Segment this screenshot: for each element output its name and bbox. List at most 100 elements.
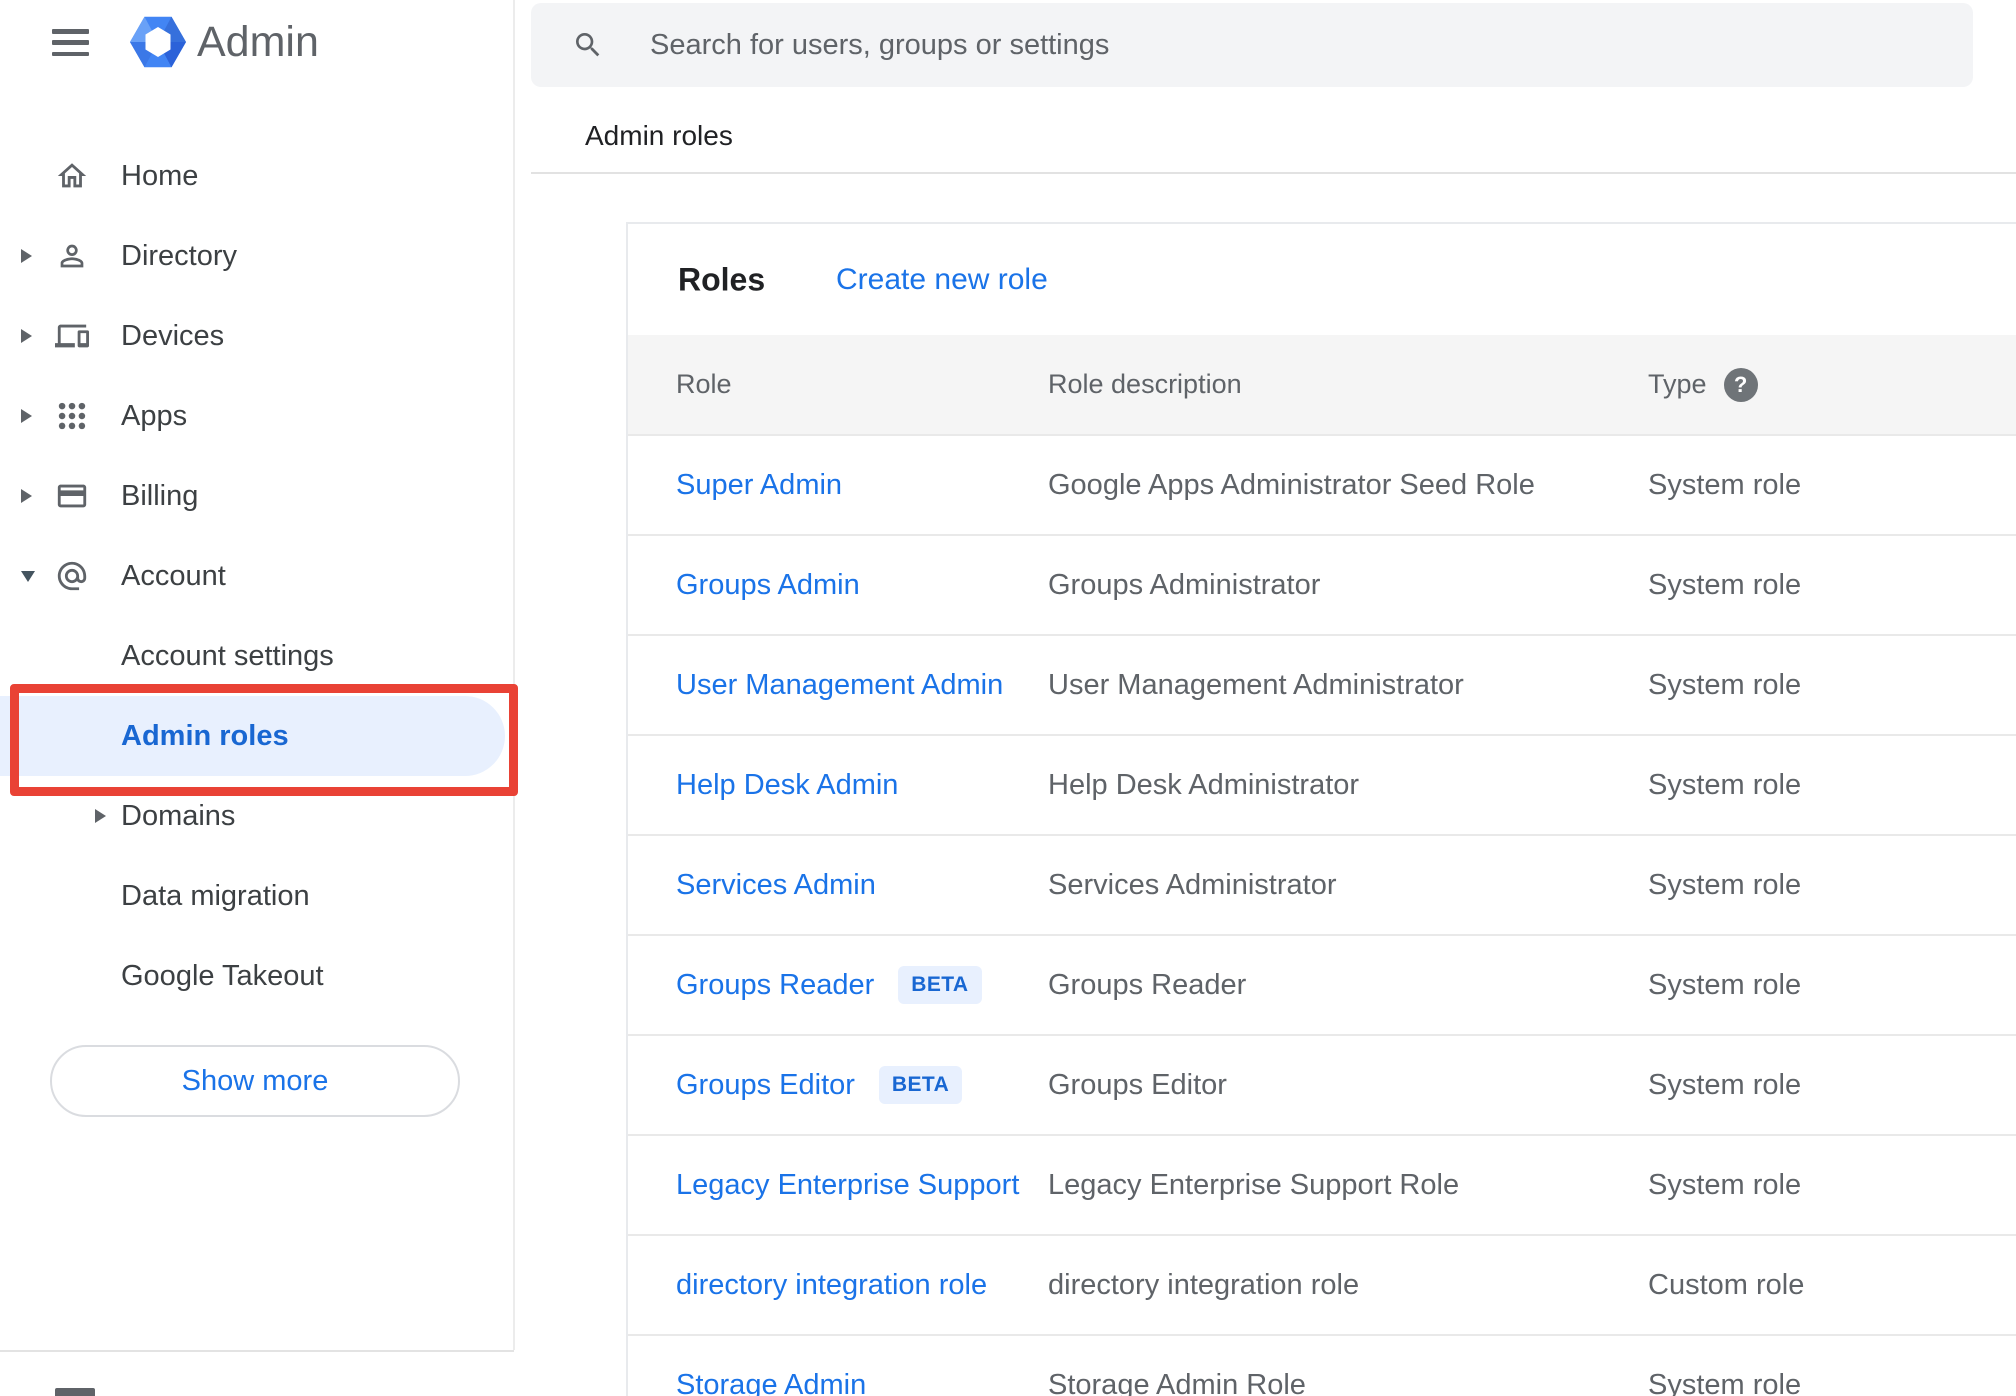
role-link[interactable]: User Management Admin: [676, 669, 1003, 702]
sidebar-nav-item[interactable]: Devices: [0, 296, 514, 376]
nav-item-icon: [55, 319, 89, 353]
search-input[interactable]: [648, 27, 1973, 63]
role-type: System role: [1648, 768, 1802, 801]
sidebar-nav-item[interactable]: Billing: [0, 456, 514, 536]
header-divider: [531, 172, 2016, 174]
role-description: Services Administrator: [1048, 868, 1337, 901]
sidebar-bottom-divider: [0, 1350, 514, 1352]
home-icon: [55, 163, 89, 197]
nav-item-label: Admin roles: [121, 719, 289, 752]
table-row: Groups Reader BETA Groups Reader System …: [628, 934, 2016, 1034]
nav-item-label: Data migration: [121, 879, 310, 912]
role-link[interactable]: directory integration role: [676, 1269, 987, 1302]
role-link[interactable]: Groups Editor: [676, 1069, 855, 1102]
role-type: System role: [1648, 1068, 1802, 1101]
role-cell: Help Desk Admin: [676, 769, 1048, 802]
sidebar: Admin Home Directory Devices Apps Billin…: [0, 0, 518, 1396]
role-description: Help Desk Administrator: [1048, 768, 1360, 801]
caret-icon: [21, 489, 32, 503]
search-bar[interactable]: [531, 3, 1973, 87]
sidebar-nav-item[interactable]: Account settings: [0, 616, 514, 696]
nav-item-label: Google Takeout: [121, 959, 324, 992]
role-cell: directory integration role: [676, 1269, 1048, 1302]
table-row: Groups Editor BETA Groups Editor System …: [628, 1034, 2016, 1134]
sidebar-header: Admin: [0, 0, 514, 90]
role-type: System role: [1648, 868, 1802, 901]
role-link[interactable]: Super Admin: [676, 469, 842, 502]
role-cell: Groups Editor BETA: [676, 1066, 1048, 1104]
role-link[interactable]: Help Desk Admin: [676, 769, 898, 802]
admin-logo-icon: [130, 16, 186, 68]
column-header-role: Role: [676, 369, 732, 399]
caret-icon: [21, 249, 32, 263]
beta-badge: BETA: [898, 966, 982, 1004]
sidebar-nav-item[interactable]: Account: [0, 536, 514, 616]
role-link[interactable]: Services Admin: [676, 869, 876, 902]
sidebar-nav-item[interactable]: Directory: [0, 216, 514, 296]
sidebar-nav-item[interactable]: Google Takeout: [0, 936, 514, 1016]
nav-item-label: Home: [121, 159, 199, 192]
sidebar-nav-item[interactable]: Domains: [0, 776, 514, 856]
role-link[interactable]: Groups Reader: [676, 969, 874, 1002]
column-header-description: Role description: [1048, 369, 1242, 399]
role-description: Google Apps Administrator Seed Role: [1048, 468, 1535, 501]
table-row: Groups Admin Groups Administrator System…: [628, 534, 2016, 634]
at-sign-icon: [55, 561, 89, 597]
person-icon: [55, 244, 89, 277]
sidebar-nav-item[interactable]: Admin roles: [0, 696, 514, 776]
beta-badge: BETA: [878, 1066, 963, 1104]
nav-item-label: Account settings: [121, 639, 334, 672]
main-content: Admin roles Roles Create new role Role R…: [514, 0, 2016, 1396]
breadcrumb: Admin roles: [585, 120, 733, 151]
panel-title: Roles: [678, 261, 766, 297]
nav-item-icon: [55, 399, 89, 433]
sidebar-nav: Home Directory Devices Apps Billing Acco…: [0, 136, 514, 1016]
nav-item-label: Account: [121, 559, 226, 592]
table-row: Super Admin Google Apps Administrator Se…: [628, 434, 2016, 534]
nav-item-label: Devices: [121, 319, 225, 352]
roles-panel-header: Roles Create new role: [628, 224, 2016, 335]
nav-item-label: Directory: [121, 239, 238, 272]
table-row: Legacy Enterprise Support Legacy Enterpr…: [628, 1134, 2016, 1234]
nav-item-icon: [55, 159, 89, 193]
nav-item-icon: [55, 879, 89, 913]
role-description: directory integration role: [1048, 1268, 1360, 1301]
credit-card-icon: [55, 484, 89, 517]
product-title: Admin: [197, 18, 319, 66]
sidebar-nav-item[interactable]: Data migration: [0, 856, 514, 936]
caret-icon: [21, 570, 35, 582]
nav-item-icon: [55, 959, 89, 993]
devices-icon: [55, 324, 89, 357]
nav-item-icon: [55, 559, 89, 593]
nav-item-icon: [55, 719, 89, 753]
roles-table-body: Super Admin Google Apps Administrator Se…: [628, 434, 2016, 1396]
nav-item-icon: [55, 639, 89, 673]
hamburger-menu-icon[interactable]: [52, 29, 89, 56]
role-cell: Storage Admin: [676, 1369, 1048, 1396]
table-row: Help Desk Admin Help Desk Administrator …: [628, 734, 2016, 834]
apps-grid-icon: [55, 402, 89, 437]
role-cell: Legacy Enterprise Support: [676, 1169, 1048, 1202]
help-icon[interactable]: ?: [1723, 367, 1758, 402]
create-new-role-link[interactable]: Create new role: [836, 263, 1048, 297]
sidebar-nav-item[interactable]: Home: [0, 136, 514, 216]
show-more-button[interactable]: Show more: [50, 1045, 460, 1117]
role-cell: Groups Admin: [676, 569, 1048, 602]
role-type: System role: [1648, 1168, 1802, 1201]
table-header-row: Role Role description Type ?: [628, 335, 2016, 434]
table-row: directory integration role directory int…: [628, 1234, 2016, 1334]
caret-icon: [21, 409, 32, 423]
nav-item-icon: [55, 239, 89, 273]
role-link[interactable]: Legacy Enterprise Support: [676, 1169, 1019, 1202]
table-row: Services Admin Services Administrator Sy…: [628, 834, 2016, 934]
role-description: Groups Editor: [1048, 1068, 1227, 1101]
role-description: User Management Administrator: [1048, 668, 1464, 701]
column-header-type: Type ?: [1648, 367, 2016, 402]
nav-item-icon: [55, 479, 89, 513]
role-link[interactable]: Groups Admin: [676, 569, 860, 602]
caret-icon: [21, 329, 32, 343]
role-link[interactable]: Storage Admin: [676, 1369, 866, 1396]
roles-panel: Roles Create new role Role Role descript…: [626, 222, 2016, 1396]
sidebar-nav-item[interactable]: Apps: [0, 376, 514, 456]
role-description: Groups Administrator: [1048, 568, 1321, 601]
